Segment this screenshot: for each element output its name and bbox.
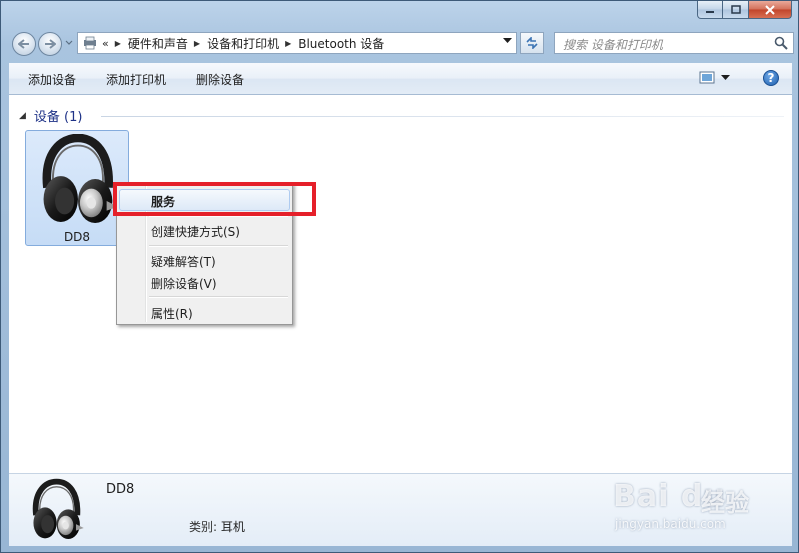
- menu-separator: [149, 296, 288, 298]
- details-category: 类别: 耳机: [189, 518, 245, 535]
- close-icon: [765, 4, 775, 15]
- watermark-product: 经验: [701, 489, 749, 517]
- explorer-window: « ▶ 硬件和声音 ▶ 设备和打印机 ▶ Bluetooth 设备 搜索 设备和…: [0, 0, 799, 553]
- recent-pages-chevron-icon[interactable]: [65, 40, 73, 46]
- breadcrumb-hardware-sound[interactable]: 硬件和声音: [128, 35, 188, 52]
- menu-item-label: 删除设备(V): [151, 277, 217, 291]
- search-icon[interactable]: [774, 36, 788, 50]
- category-value: 耳机: [220, 520, 245, 534]
- menu-separator: [149, 245, 288, 247]
- address-bar[interactable]: « ▶ 硬件和声音 ▶ 设备和打印机 ▶ Bluetooth 设备: [77, 32, 517, 54]
- category-label: 类别:: [189, 520, 218, 534]
- collapse-triangle-icon[interactable]: ◢: [19, 111, 26, 121]
- details-device-name: DD8: [106, 482, 135, 497]
- baidu-jingyan-watermark: Bai du 经验 jingyan.baidu.com: [613, 467, 793, 547]
- arrow-left-icon: [18, 39, 29, 49]
- remove-device-button[interactable]: 删除设备: [196, 71, 244, 88]
- back-button[interactable]: [12, 32, 36, 56]
- refresh-icon: [526, 37, 538, 49]
- minimize-button[interactable]: [697, 1, 723, 19]
- devices-printers-icon: [84, 36, 96, 50]
- crumb-arrow-icon[interactable]: ▶: [194, 39, 200, 48]
- arrow-right-icon: [45, 39, 56, 49]
- refresh-button[interactable]: [520, 32, 544, 54]
- group-label: 设备 (1): [33, 110, 83, 125]
- menu-item-properties[interactable]: 属性(R): [119, 301, 290, 323]
- navigation-bar: « ▶ 硬件和声音 ▶ 设备和打印机 ▶ Bluetooth 设备 搜索 设备和…: [9, 31, 794, 57]
- group-header-devices[interactable]: ◢ 设备 (1): [19, 106, 82, 125]
- menu-item-label: 属性(R): [151, 307, 193, 321]
- add-device-button[interactable]: 添加设备: [28, 71, 76, 88]
- address-dropdown-icon[interactable]: [503, 38, 512, 44]
- annotation-highlight-box: [113, 182, 316, 216]
- breadcrumb-bluetooth-devices[interactable]: Bluetooth 设备: [298, 35, 384, 52]
- address-overflow[interactable]: «: [102, 37, 109, 50]
- menu-item-troubleshoot[interactable]: 疑难解答(T): [119, 249, 290, 271]
- view-icon: [699, 71, 715, 84]
- command-bar: 添加设备 添加打印机 删除设备 ?: [9, 63, 792, 95]
- maximize-button[interactable]: [723, 1, 749, 19]
- crumb-arrow-icon[interactable]: ▶: [285, 39, 291, 48]
- headphones-icon: [27, 478, 85, 542]
- crumb-arrow-icon[interactable]: ▶: [115, 39, 121, 48]
- help-button[interactable]: ?: [763, 70, 779, 86]
- add-printer-button[interactable]: 添加打印机: [106, 71, 166, 88]
- close-button[interactable]: [749, 1, 792, 19]
- forward-button[interactable]: [38, 32, 62, 56]
- view-dropdown-icon: [721, 74, 730, 80]
- caption-buttons: [697, 1, 792, 19]
- device-name: DD8: [63, 230, 91, 244]
- search-placeholder[interactable]: 搜索 设备和打印机: [563, 36, 663, 53]
- change-view-button[interactable]: [699, 71, 730, 84]
- watermark-url: jingyan.baidu.com: [615, 517, 726, 531]
- menu-item-create-shortcut[interactable]: 创建快捷方式(S): [119, 219, 290, 241]
- maximize-icon: [730, 5, 741, 14]
- breadcrumb-devices-printers[interactable]: 设备和打印机: [207, 35, 279, 52]
- menu-item-label: 创建快捷方式(S): [151, 225, 240, 239]
- group-divider: [101, 116, 784, 117]
- search-box[interactable]: 搜索 设备和打印机: [554, 32, 794, 54]
- menu-item-label: 疑难解答(T): [151, 255, 216, 269]
- headphones-icon: [34, 134, 120, 226]
- menu-item-remove-device[interactable]: 删除设备(V): [119, 271, 290, 293]
- minimize-icon: [706, 10, 714, 13]
